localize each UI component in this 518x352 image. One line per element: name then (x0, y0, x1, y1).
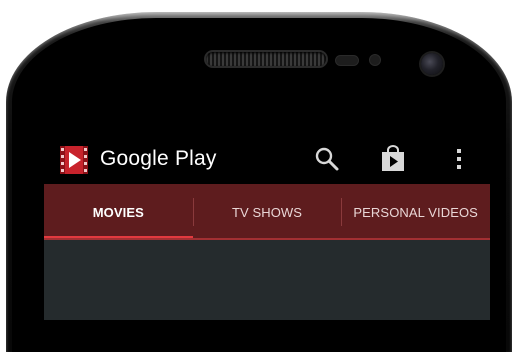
front-camera (421, 53, 443, 75)
tab-personal-videos[interactable]: PERSONAL VIDEOS (341, 184, 490, 240)
tab-tv-shows[interactable]: TV SHOWS (192, 184, 342, 240)
earpiece-speaker (206, 52, 326, 66)
tab-movies[interactable]: MOVIES (44, 184, 193, 240)
search-icon[interactable] (312, 144, 342, 174)
google-play-movies-logo-icon[interactable] (60, 146, 88, 174)
app-title: Google Play (100, 147, 217, 170)
content-area (44, 240, 490, 320)
play-store-bag-icon[interactable] (378, 144, 408, 174)
overflow-menu-icon[interactable] (444, 144, 474, 174)
action-bar: Google Play (44, 134, 490, 184)
proximity-sensor (336, 56, 358, 65)
light-sensor (370, 55, 380, 65)
tab-bar: MOVIES TV SHOWS PERSONAL VIDEOS (44, 184, 490, 240)
